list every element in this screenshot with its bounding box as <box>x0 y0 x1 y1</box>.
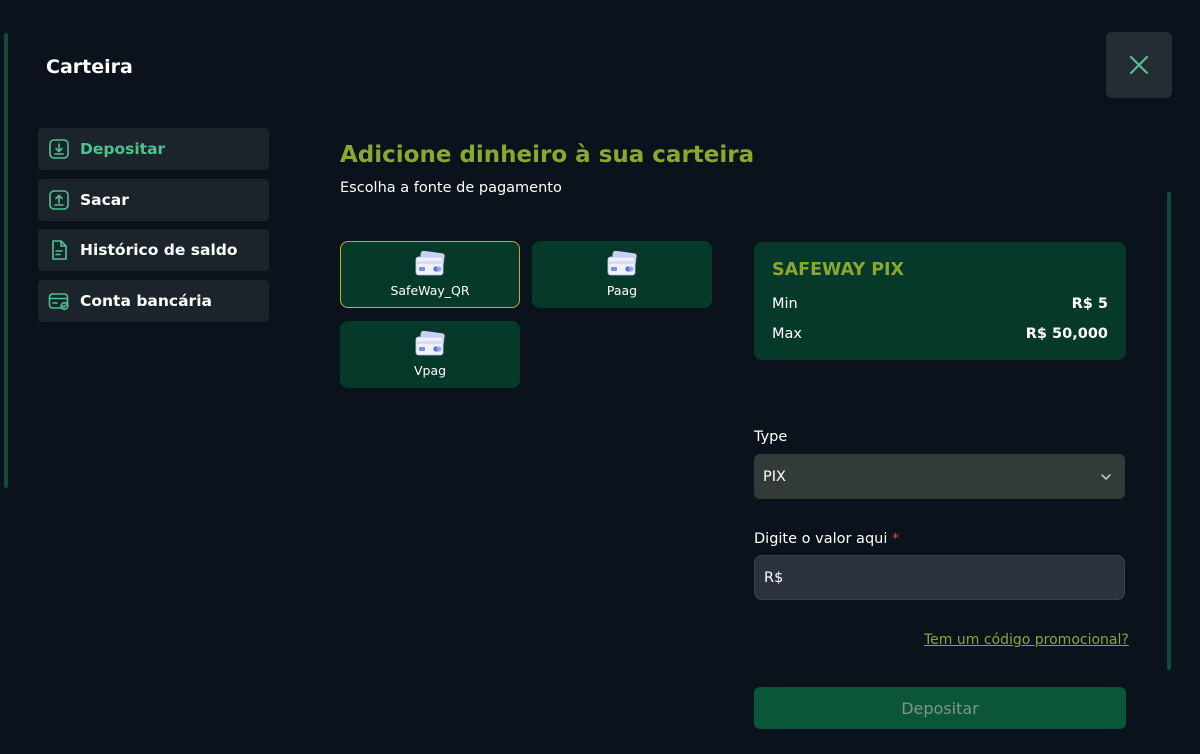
promo-code-link[interactable]: Tem um código promocional? <box>924 632 1129 648</box>
sidebar-item-historico[interactable]: Histórico de saldo <box>38 229 269 271</box>
close-icon <box>1129 55 1149 75</box>
type-select[interactable]: PIX <box>754 454 1125 499</box>
max-row: Max R$ 50,000 <box>772 319 1108 349</box>
upload-icon <box>48 189 70 211</box>
deposit-button[interactable]: Depositar <box>754 687 1126 729</box>
payment-method-safeway-qr[interactable]: SafeWay_QR <box>340 241 520 308</box>
wallet-modal: Carteira Depositar Sacar Histórico de sa… <box>0 0 1200 754</box>
payment-method-paag[interactable]: Paag <box>532 241 712 308</box>
document-icon <box>48 239 70 261</box>
modal-title: Carteira <box>46 56 133 78</box>
sidebar-item-depositar[interactable]: Depositar <box>38 128 269 170</box>
sidebar-item-label: Conta bancária <box>80 291 212 310</box>
payment-method-label: SafeWay_QR <box>390 283 470 298</box>
max-value: R$ 50,000 <box>1025 326 1108 342</box>
type-select-value: PIX <box>763 468 786 485</box>
credit-card-icon <box>415 331 445 356</box>
sidebar-item-conta-bancaria[interactable]: Conta bancária <box>38 279 269 322</box>
max-label: Max <box>772 326 802 342</box>
bank-card-icon <box>48 290 70 312</box>
min-row: Min R$ 5 <box>772 289 1108 319</box>
sidebar-item-label: Histórico de saldo <box>80 241 238 259</box>
payment-info-box: SAFEWAY PIX Min R$ 5 Max R$ 50,000 <box>754 242 1126 360</box>
amount-label-wrap: Digite o valor aqui * <box>754 531 899 547</box>
sidebar-item-label: Sacar <box>80 190 129 209</box>
payment-method-vpag[interactable]: Vpag <box>340 321 520 388</box>
page-title: Adicione dinheiro à sua carteira <box>340 142 755 168</box>
amount-label: Digite o valor aqui <box>754 531 888 547</box>
credit-card-icon <box>415 251 445 276</box>
payment-method-label: Vpag <box>413 363 447 378</box>
scrollbar[interactable] <box>1167 192 1171 670</box>
page-subtitle: Escolha a fonte de pagamento <box>340 180 562 196</box>
min-label: Min <box>772 296 798 312</box>
type-label: Type <box>754 429 788 445</box>
payment-method-label: Paag <box>606 283 638 298</box>
wallet-sidebar: Depositar Sacar Histórico de saldo Conta… <box>38 128 269 330</box>
sidebar-item-label: Depositar <box>80 140 166 158</box>
payment-info-title: SAFEWAY PIX <box>772 260 905 280</box>
chevron-down-icon <box>1101 473 1111 480</box>
min-value: R$ 5 <box>1071 296 1108 312</box>
credit-card-icon <box>607 251 637 276</box>
sidebar-item-sacar[interactable]: Sacar <box>38 178 269 221</box>
required-asterisk: * <box>891 531 900 547</box>
left-accent-bar <box>4 33 8 488</box>
close-button[interactable] <box>1106 32 1172 98</box>
download-icon <box>48 138 70 160</box>
amount-input[interactable] <box>754 555 1125 600</box>
